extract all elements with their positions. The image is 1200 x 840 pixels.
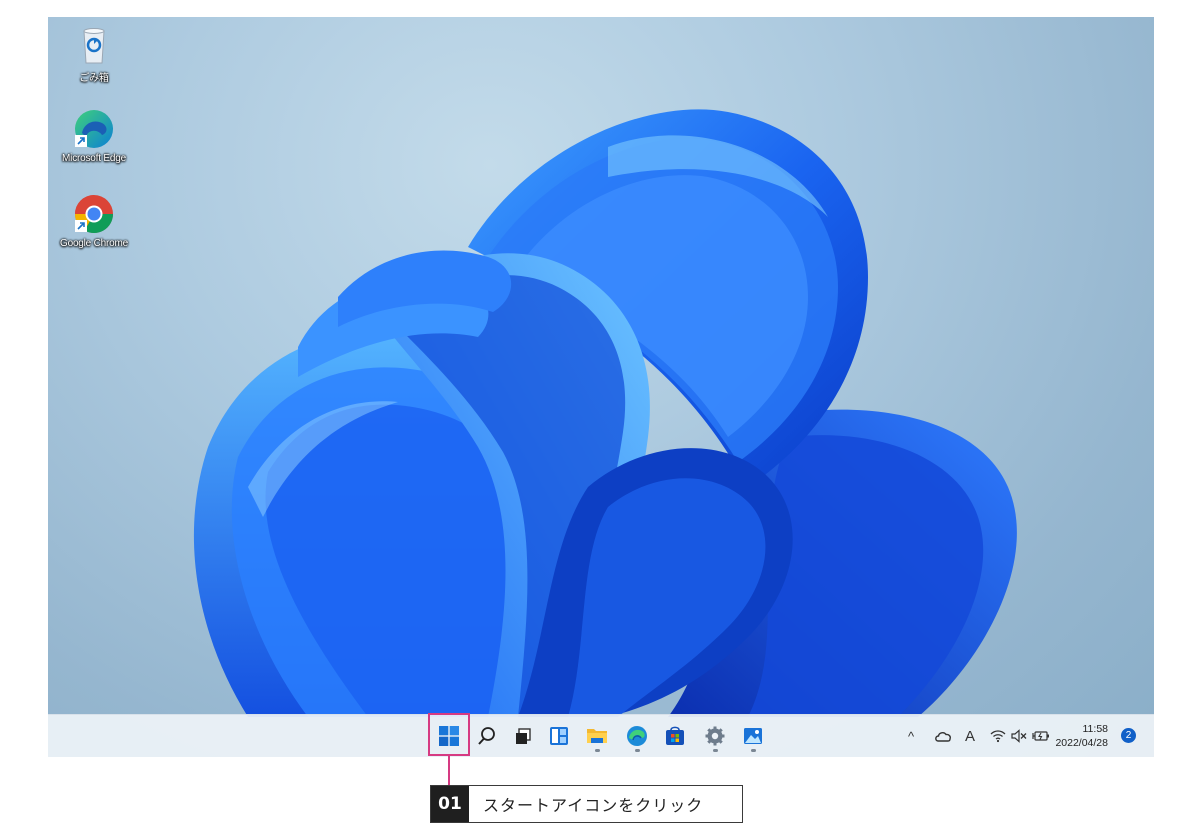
search-icon xyxy=(478,727,495,745)
chevron-up-icon: ^ xyxy=(908,728,915,744)
battery-button[interactable] xyxy=(1032,715,1050,757)
callout-box: 01 スタートアイコンをクリック xyxy=(430,785,743,823)
running-indicator xyxy=(635,749,640,752)
chrome-icon xyxy=(74,195,114,234)
task-view-icon xyxy=(516,728,531,744)
desktop-icon-label: ごみ箱 xyxy=(79,73,109,84)
network-button[interactable] xyxy=(990,715,1006,757)
clock-time: 11:58 xyxy=(1082,723,1109,735)
widgets-button[interactable] xyxy=(542,719,576,753)
photos-icon xyxy=(744,728,762,744)
running-indicator xyxy=(713,749,718,752)
desktop-icon-chrome[interactable]: Google Chrome xyxy=(54,192,134,249)
wallpaper-bloom xyxy=(193,109,1017,717)
wifi-icon xyxy=(990,730,1006,743)
task-view-button[interactable] xyxy=(506,719,540,753)
clock-date: 2022/04/28 xyxy=(1055,737,1108,749)
file-explorer-button[interactable] xyxy=(580,719,614,753)
ime-indicator: A xyxy=(965,727,976,745)
taskbar-clock[interactable]: 11:58 2022/04/28 xyxy=(1055,722,1108,750)
store-icon xyxy=(666,726,684,745)
edge-icon xyxy=(75,110,113,148)
volume-muted-icon xyxy=(1011,729,1027,743)
tray-chevron-button[interactable]: ^ xyxy=(908,715,914,757)
desktop-screen: ごみ箱 Microsoft Edge Google Chrome ^ A 11:… xyxy=(48,17,1154,757)
battery-charging-icon xyxy=(1032,731,1049,741)
start-highlight-box xyxy=(428,713,470,756)
search-button[interactable] xyxy=(470,719,504,753)
store-button[interactable] xyxy=(658,719,692,753)
recycle-bin-icon xyxy=(83,28,105,64)
notification-badge[interactable]: 2 xyxy=(1121,728,1136,743)
callout-connector xyxy=(448,756,450,786)
desktop-icon-label: Google Chrome xyxy=(60,238,128,249)
volume-button[interactable] xyxy=(1011,715,1027,757)
photos-button[interactable] xyxy=(736,719,770,753)
settings-button[interactable] xyxy=(698,719,732,753)
running-indicator xyxy=(751,749,756,752)
callout-step-number: 01 xyxy=(431,786,469,822)
onedrive-button[interactable] xyxy=(934,715,952,757)
running-indicator xyxy=(595,749,600,752)
settings-icon xyxy=(705,726,725,746)
taskbar: ^ A 11:58 2022/04/28 2 xyxy=(48,714,1154,757)
desktop-icon-recycle-bin[interactable]: ごみ箱 xyxy=(54,23,134,84)
desktop-icon-edge[interactable]: Microsoft Edge xyxy=(54,107,134,164)
widgets-icon xyxy=(550,727,568,745)
edge-button[interactable] xyxy=(620,719,654,753)
edge-icon xyxy=(627,726,647,746)
onedrive-icon xyxy=(935,732,951,742)
ime-button[interactable]: A xyxy=(965,715,975,757)
desktop-icon-label: Microsoft Edge xyxy=(62,153,126,164)
file-explorer-icon xyxy=(587,729,607,743)
callout-instruction: スタートアイコンをクリック xyxy=(483,796,704,815)
